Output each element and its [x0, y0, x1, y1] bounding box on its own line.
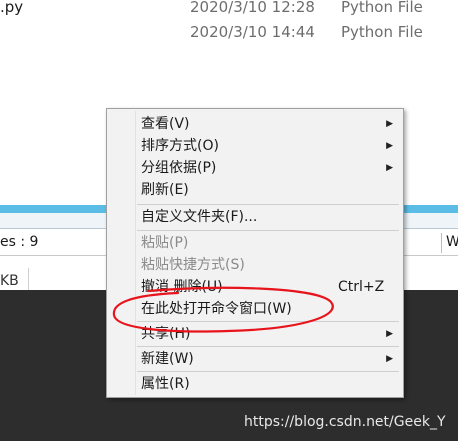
menu-item-refresh[interactable]: 刷新(E): [109, 179, 401, 201]
file-date: 2020/3/10 12:28: [190, 0, 315, 16]
file-type: Python File: [341, 23, 423, 41]
menu-item-label: 查看(V): [141, 116, 190, 132]
file-type: Python File: [341, 0, 423, 16]
file-row[interactable]: 2020/3/10 14:44 Python File: [0, 23, 458, 47]
menu-item-properties[interactable]: 属性(R): [109, 373, 401, 395]
menu-item-customize-folder[interactable]: 自定义文件夹(F)...: [109, 206, 401, 228]
menu-item-group-by[interactable]: 分组依据(P) ▶: [109, 157, 401, 179]
menu-separator: [137, 346, 399, 347]
menu-item-label: 排序方式(O): [141, 138, 219, 154]
submenu-arrow-icon: ▶: [386, 354, 393, 364]
submenu-arrow-icon: ▶: [386, 141, 393, 151]
status-divider: [441, 233, 442, 253]
status-right-text: W: [446, 234, 458, 250]
menu-item-paste[interactable]: 粘贴(P): [109, 232, 401, 254]
menu-item-label: 撤消 删除(U): [141, 279, 223, 295]
menu-item-label: 在此处打开命令窗口(W): [141, 301, 292, 317]
menu-item-undo-delete[interactable]: 撤消 删除(U) Ctrl+Z: [109, 276, 401, 298]
menu-separator: [137, 321, 399, 322]
menu-item-label: 分组依据(P): [141, 160, 217, 176]
menu-item-label: 粘贴快捷方式(S): [141, 257, 245, 273]
menu-item-label: 刷新(E): [141, 182, 189, 198]
context-menu: 查看(V) ▶ 排序方式(O) ▶ 分组依据(P) ▶ 刷新(E) 自定义文件夹…: [106, 108, 404, 398]
menu-item-shortcut: Ctrl+Z: [338, 279, 385, 295]
submenu-arrow-icon: ▶: [386, 163, 393, 173]
file-date: 2020/3/10 14:44: [190, 23, 315, 41]
column-divider: [28, 268, 29, 290]
menu-item-open-command-window[interactable]: 在此处打开命令窗口(W): [109, 298, 401, 320]
menu-item-label: 自定义文件夹(F)...: [141, 209, 258, 225]
status-item-count: es : 9: [0, 234, 39, 250]
menu-item-share[interactable]: 共享(H) ▶: [109, 323, 401, 345]
menu-item-label: 粘贴(P): [141, 235, 189, 251]
file-row[interactable]: .py 2020/3/10 12:28 Python File: [0, 0, 458, 22]
menu-item-label: 共享(H): [141, 326, 191, 342]
menu-separator: [137, 204, 399, 205]
menu-item-sort-by[interactable]: 排序方式(O) ▶: [109, 135, 401, 157]
menu-item-view[interactable]: 查看(V) ▶: [109, 113, 401, 135]
menu-separator: [137, 371, 399, 372]
submenu-arrow-icon: ▶: [386, 119, 393, 129]
file-name: .py: [0, 0, 24, 16]
watermark: https://blog.csdn.net/Geek_Y: [244, 414, 446, 430]
menu-item-paste-shortcut[interactable]: 粘贴快捷方式(S): [109, 254, 401, 276]
menu-item-new[interactable]: 新建(W) ▶: [109, 348, 401, 370]
submenu-arrow-icon: ▶: [386, 329, 393, 339]
menu-separator: [137, 230, 399, 231]
menu-item-label: 属性(R): [141, 376, 190, 392]
file-size: KB: [0, 273, 19, 289]
menu-item-label: 新建(W): [141, 351, 194, 367]
